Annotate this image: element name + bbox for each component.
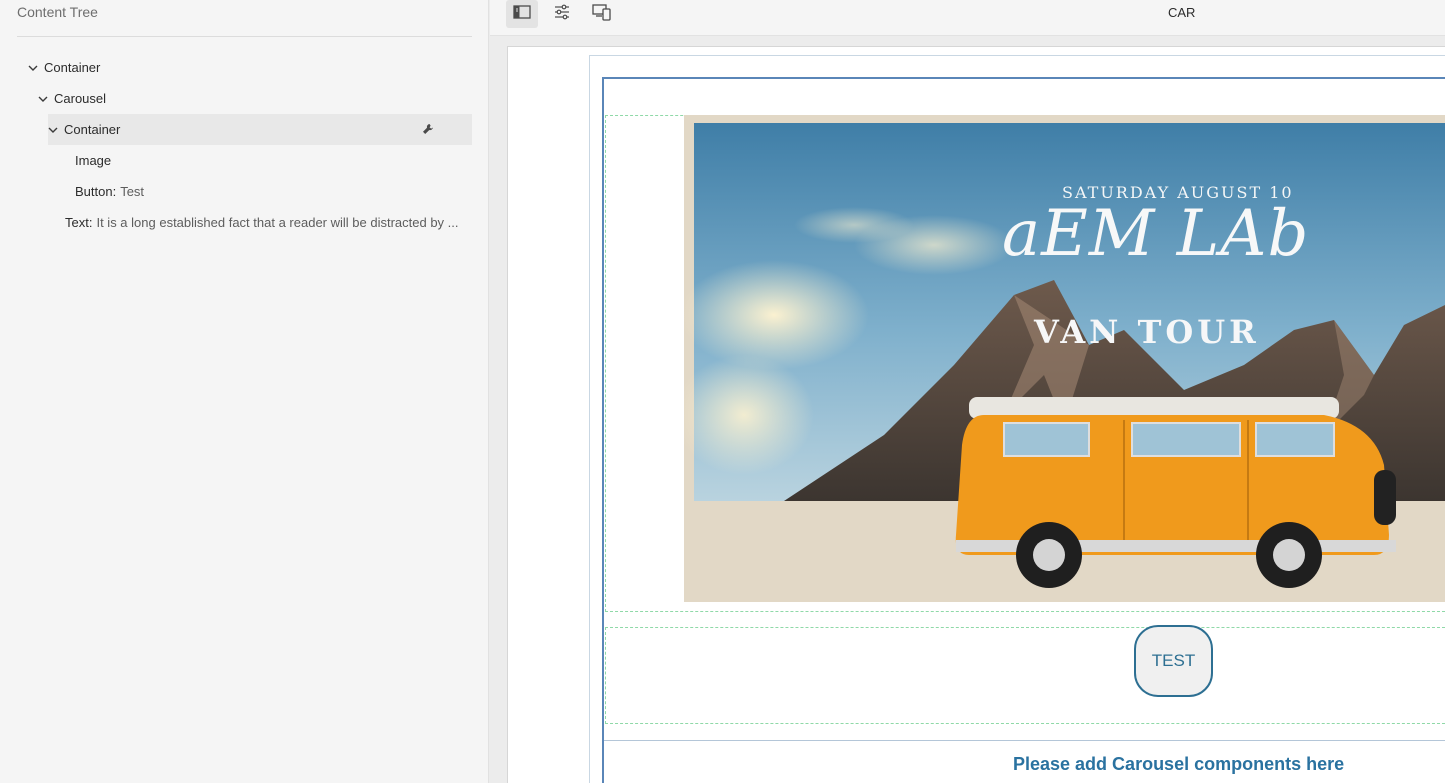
device-emulator-icon — [592, 3, 612, 26]
tree-item-type: Text: — [65, 215, 93, 230]
side-panel-icon — [513, 4, 531, 24]
tree-item-detail: It is a long established fact that a rea… — [96, 215, 459, 230]
properties-button[interactable] — [546, 0, 578, 28]
button-component-outline[interactable] — [605, 627, 1445, 724]
content-tree-panel: Content Tree Container Carousel Containe… — [0, 0, 489, 783]
test-button[interactable]: TEST — [1134, 625, 1213, 697]
properties-sliders-icon — [554, 4, 570, 25]
tree-item-label: Container — [64, 122, 121, 137]
add-components-placeholder[interactable]: Please add Carousel components here — [1013, 754, 1344, 775]
tree-item-label: Container — [44, 60, 101, 75]
banner-subtitle: VAN TOUR — [1034, 313, 1260, 351]
emulator-button[interactable] — [586, 0, 618, 28]
van-tour-banner-image[interactable]: SATURDAY AUGUST 10 aEM LAb VAN TOUR — [684, 115, 1445, 602]
tree-item-type: Button: — [75, 184, 117, 199]
tree-item-container-selected[interactable]: Container — [48, 114, 472, 145]
tree-item-container[interactable]: Container — [28, 52, 472, 83]
divider — [604, 740, 1445, 741]
tree-item-detail: Test — [120, 184, 145, 199]
page-name: CAR — [1168, 5, 1196, 20]
tree-item-label: Image — [75, 153, 112, 168]
tree-item-carousel[interactable]: Carousel — [38, 83, 472, 114]
editor-toolbar: CAR — [490, 0, 1445, 36]
chevron-down-icon[interactable] — [48, 125, 58, 135]
panel-title: Content Tree — [17, 4, 98, 20]
banner-title: aEM LAb — [1002, 197, 1310, 271]
chevron-down-icon[interactable] — [28, 63, 38, 73]
chevron-down-icon[interactable] — [38, 94, 48, 104]
divider — [17, 36, 472, 37]
tree-item-button[interactable]: Button: Test — [75, 176, 472, 207]
tree-item-text[interactable]: Text: It is a long established fact that… — [65, 207, 472, 238]
tree-item-label: Carousel — [54, 91, 107, 106]
tree-item-image[interactable]: Image — [75, 145, 472, 176]
toggle-side-panel-button[interactable] — [506, 0, 538, 28]
wrench-icon[interactable] — [422, 123, 434, 135]
